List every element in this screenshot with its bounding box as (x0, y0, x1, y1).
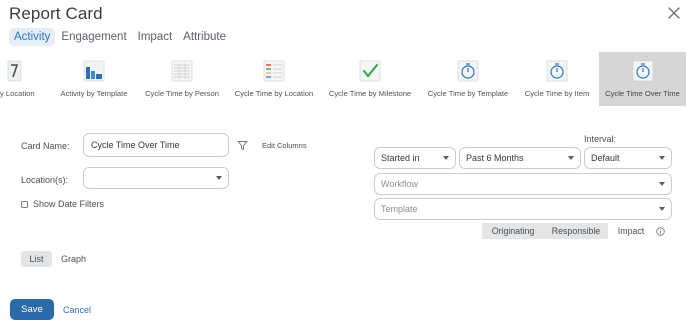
stopwatch-icon (546, 59, 568, 83)
report-card-label: Cycle Time by Template (427, 89, 509, 98)
responsible-toggle[interactable]: Responsible (544, 223, 608, 239)
tab-impact[interactable]: Impact (133, 28, 178, 46)
checkmark-report-icon (359, 59, 381, 83)
tab-activity[interactable]: Activity (9, 28, 56, 46)
chevron-down-icon (659, 182, 665, 186)
filter-icon[interactable] (237, 140, 248, 151)
report-card-activity-by-template[interactable]: Activity by Template (54, 52, 134, 106)
tab-attribute[interactable]: Attribute (178, 28, 231, 46)
date-range-select[interactable]: Past 6 Months (459, 147, 581, 169)
table-report-icon (171, 59, 193, 83)
chevron-down-icon (659, 156, 665, 160)
interval-value: Default (591, 153, 620, 163)
colored-table-icon (263, 59, 285, 83)
close-icon[interactable] (667, 6, 681, 20)
interval-label: Interval: (584, 134, 617, 144)
edit-columns-link[interactable]: Edit Columns (262, 141, 307, 150)
impact-toggle[interactable]: Impact (612, 223, 650, 239)
card-name-input[interactable]: Cycle Time Over Time (83, 133, 229, 157)
info-icon[interactable] (656, 227, 665, 236)
report-card-cycle-time-by-person[interactable]: Cycle Time by Person (140, 52, 224, 106)
stopwatch-icon (457, 59, 479, 83)
date-range-value: Past 6 Months (466, 153, 524, 163)
bar-chart-icon (83, 59, 105, 83)
partial-report-icon (4, 59, 22, 83)
report-card-label: Cycle Time by Location (234, 89, 314, 98)
report-card-label: Cycle Time by Milestone (328, 89, 412, 98)
originating-toggle[interactable]: Originating (482, 223, 544, 239)
report-card-location[interactable]: y Location (0, 52, 46, 106)
show-date-filters-toggle[interactable]: Show Date Filters (21, 199, 104, 209)
chevron-down-icon (216, 176, 222, 180)
report-card-label: y Location (0, 89, 35, 98)
show-date-filters-checkbox[interactable] (21, 200, 28, 208)
chevron-down-icon (443, 156, 449, 160)
report-card-cycle-time-by-template[interactable]: Cycle Time by Template (424, 52, 512, 106)
cancel-button[interactable]: Cancel (63, 305, 91, 315)
report-card-label: Cycle Time by Person (145, 89, 219, 98)
show-date-filters-label: Show Date Filters (33, 199, 105, 209)
report-card-label: Cycle Time Over Time (605, 89, 680, 98)
report-type-carousel: y Location Activity by Template Cycle Ti… (0, 52, 688, 106)
date-field-value: Started in (381, 153, 420, 163)
report-card-label: Activity by Template (60, 89, 128, 98)
report-card-cycle-time-by-location[interactable]: Cycle Time by Location (230, 52, 318, 106)
workflow-placeholder: Workflow (381, 179, 418, 189)
tab-engagement[interactable]: Engagement (56, 28, 131, 46)
chevron-down-icon (659, 207, 665, 211)
template-placeholder: Template (381, 204, 418, 214)
dialog-title: Report Card (9, 4, 103, 23)
report-card-label: Cycle Time by Item (524, 89, 590, 98)
date-field-select[interactable]: Started in (374, 147, 456, 169)
report-category-tabs: Activity Engagement Impact Attribute (9, 26, 232, 48)
stopwatch-icon (632, 59, 654, 83)
report-card-cycle-time-by-milestone[interactable]: Cycle Time by Milestone (326, 52, 414, 106)
list-view-button[interactable]: List (21, 251, 52, 267)
report-card-cycle-time-by-item[interactable]: Cycle Time by Item (520, 52, 594, 106)
card-name-label: Card Name: (21, 141, 70, 151)
save-button[interactable]: Save (10, 299, 54, 320)
template-select[interactable]: Template (374, 198, 672, 220)
workflow-select[interactable]: Workflow (374, 173, 672, 195)
chevron-down-icon (568, 156, 574, 160)
graph-view-button[interactable]: Graph (58, 251, 89, 267)
locations-label: Location(s): (21, 175, 69, 185)
report-card-cycle-time-over-time[interactable]: Cycle Time Over Time (599, 52, 686, 106)
interval-select[interactable]: Default (584, 147, 672, 169)
card-name-value: Cycle Time Over Time (91, 140, 180, 150)
locations-select[interactable] (83, 167, 229, 189)
